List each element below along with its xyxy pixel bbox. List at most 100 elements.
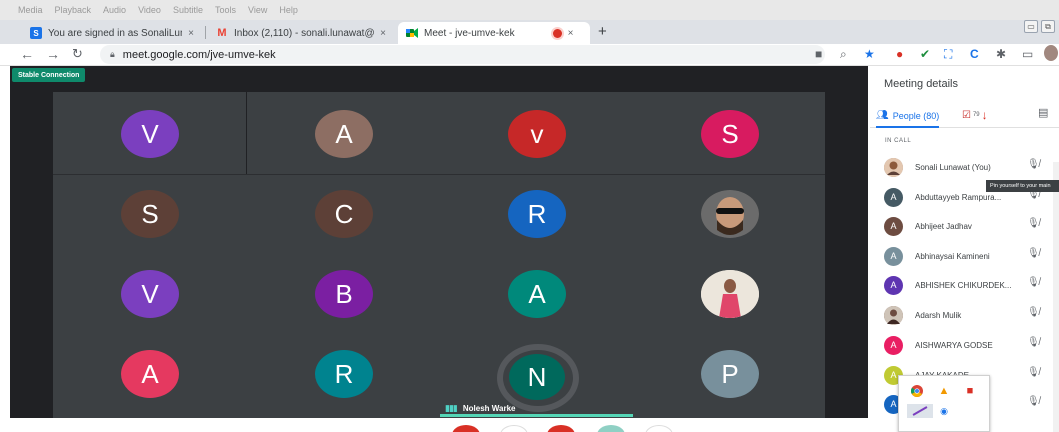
close-tab-icon[interactable]: × — [380, 28, 386, 39]
menu-help[interactable]: Help — [279, 5, 298, 15]
participant-row[interactable]: A ABHISHEK CHIKURDEK... 🎙︎̸ — [884, 274, 1059, 296]
zoom-icon[interactable]: ⌕ — [840, 47, 847, 62]
vlc-icon[interactable]: ▲ — [936, 384, 952, 398]
participant-name: AISHWARYA GODSE — [915, 340, 993, 350]
participant-avatar[interactable]: S — [701, 110, 759, 158]
pdf-icon[interactable]: ■ — [962, 384, 978, 398]
browser-toolbar: ← → ↻ 🔒︎ meet.google.com/jve-umve-kek ■ … — [0, 44, 1059, 66]
participant-avatar[interactable]: B — [315, 270, 373, 318]
camera-toggle-button[interactable] — [500, 425, 528, 432]
speaker-tile-bar — [440, 414, 633, 417]
participant-avatar[interactable]: R — [508, 190, 566, 238]
menu-playback[interactable]: Playback — [55, 5, 92, 15]
fullscreen-extension-icon[interactable]: ⛶ — [944, 47, 952, 62]
tab-inbox[interactable]: M Inbox (2,110) - sonali.lunawat@p × — [208, 22, 394, 44]
mic-off-icon: 🎙︎̸ — [1027, 396, 1040, 407]
menu-tools[interactable]: Tools — [215, 5, 236, 15]
participant-photo-avatar[interactable] — [701, 190, 759, 238]
lock-icon: 🔒︎ — [110, 49, 115, 59]
panel-tabs: 👥︎ People (80) ☑ 79 ↓ ▤ — [870, 104, 1059, 128]
back-arrow-icon[interactable]: ← — [20, 46, 34, 62]
present-button[interactable] — [597, 425, 625, 432]
participant-avatar[interactable]: N — [509, 354, 565, 400]
participant-avatar[interactable]: C — [315, 190, 373, 238]
restore-icon[interactable]: ⧉ — [1041, 20, 1055, 33]
forward-arrow-icon[interactable]: → — [46, 46, 60, 62]
participant-avatar[interactable]: v — [508, 110, 566, 158]
panel-scrollbar[interactable] — [1053, 162, 1059, 432]
participant-row[interactable]: Adarsh Mulik 🎙︎̸ — [884, 304, 1059, 326]
chrome-icon[interactable] — [909, 384, 925, 398]
puzzle-extensions-icon[interactable]: ✱ — [996, 47, 1006, 61]
participant-name: Adarsh Mulik — [915, 310, 962, 320]
participant-name: Sonali Lunawat (You) — [915, 162, 991, 172]
participant-row[interactable]: Sonali Lunawat (You) 🎙︎̸ — [884, 156, 1059, 178]
menu-subtitle[interactable]: Subtitle — [173, 5, 203, 15]
os-menu-bar: Media Playback Audio Video Subtitle Tool… — [0, 0, 1059, 20]
profile-avatar[interactable] — [1044, 45, 1058, 61]
reload-icon[interactable]: ↻ — [72, 46, 83, 62]
mic-off-icon: 🎙︎̸ — [1027, 277, 1040, 288]
app-circle-icon[interactable]: ◉ — [936, 404, 952, 418]
c-extension-icon[interactable]: C — [970, 47, 979, 61]
new-tab-button[interactable]: + — [598, 23, 607, 40]
participant-avatar[interactable]: A — [315, 110, 373, 158]
extension-icon[interactable]: ● — [896, 47, 903, 61]
menu-video[interactable]: Video — [138, 5, 161, 15]
checkmark-extension-icon[interactable]: ✔ — [920, 47, 930, 61]
tab-tasks[interactable]: ☑ 79 ↓ — [962, 108, 988, 122]
participant-row[interactable]: A Abhijeet Jadhav 🎙︎̸ — [884, 215, 1059, 237]
window-controls: ▭ ⧉ — [1024, 20, 1055, 33]
participant-avatar[interactable]: P — [701, 350, 759, 398]
end-call-button[interactable] — [547, 425, 575, 432]
tab-title: You are signed in as SonaliLunaw — [48, 27, 182, 39]
mic-off-icon: 🎙︎̸ — [1027, 367, 1040, 378]
participant-avatar[interactable]: R — [315, 350, 373, 398]
floating-app-tray: ▲ ■ ◉ — [898, 375, 990, 432]
address-bar[interactable]: 🔒︎ meet.google.com/jve-umve-kek — [100, 45, 825, 64]
participant-avatar — [884, 305, 903, 325]
participant-row[interactable]: A Abhinaysai Kamineni 🎙︎̸ — [884, 245, 1059, 267]
camera-in-use-icon[interactable]: ■ — [815, 47, 822, 61]
participant-avatar: A — [884, 187, 903, 207]
tab-meet[interactable]: Meet - jve-umve-kek × — [398, 22, 590, 44]
close-tab-icon[interactable]: × — [188, 28, 194, 39]
participant-name: Abhinaysai Kamineni — [915, 251, 990, 261]
participant-row[interactable]: A AISHWARYA GODSE 🎙︎̸ — [884, 334, 1059, 356]
menu-view[interactable]: View — [248, 5, 267, 15]
cast-icon[interactable]: ▭ — [1022, 47, 1033, 61]
participant-photo-avatar[interactable] — [701, 270, 759, 318]
pen-icon[interactable] — [907, 404, 933, 418]
tab-people[interactable]: 👥︎ People (80) — [876, 104, 940, 128]
site-favicon-icon: S — [30, 27, 42, 39]
tab-signed-in[interactable]: S You are signed in as SonaliLunaw × — [22, 22, 202, 44]
mic-off-icon: 🎙︎̸ — [1027, 248, 1040, 259]
bookmark-star-icon[interactable]: ★ — [864, 47, 875, 61]
participant-avatar[interactable]: S — [121, 190, 179, 238]
menu-media[interactable]: Media — [18, 5, 43, 15]
participant-avatar — [884, 157, 903, 177]
more-options-button[interactable] — [645, 425, 673, 432]
tab-title: Inbox (2,110) - sonali.lunawat@p — [234, 27, 375, 39]
close-tab-icon[interactable]: × — [568, 28, 574, 39]
minimize-icon[interactable]: ▭ — [1024, 20, 1038, 33]
participant-avatar: A — [884, 335, 903, 355]
menu-audio[interactable]: Audio — [103, 5, 126, 15]
tasks-count: 79 — [972, 112, 980, 118]
participant-name: ABHISHEK CHIKURDEK... — [915, 280, 1012, 290]
mic-off-icon: 🎙︎̸ — [1027, 337, 1040, 348]
participant-avatar[interactable]: V — [121, 270, 179, 318]
meet-icon — [406, 27, 418, 39]
audio-wave-icon: ▮▮▮ — [445, 402, 458, 413]
participant-avatar[interactable]: A — [508, 270, 566, 318]
participant-avatar[interactable]: A — [121, 350, 179, 398]
meet-stage: Stable Connection V A v S S C R V B A A … — [10, 66, 868, 418]
section-label: IN CALL — [885, 138, 912, 144]
mic-toggle-button[interactable] — [452, 425, 480, 432]
arrow-down-icon: ↓ — [981, 108, 988, 122]
tab-strip: S You are signed in as SonaliLunaw × M I… — [0, 20, 1059, 44]
chat-icon[interactable]: ▤ — [1038, 106, 1048, 119]
participant-avatar[interactable]: V — [121, 110, 179, 158]
mic-off-icon: 🎙︎̸ — [1027, 307, 1040, 318]
people-tab-label: People (80) — [892, 110, 940, 121]
